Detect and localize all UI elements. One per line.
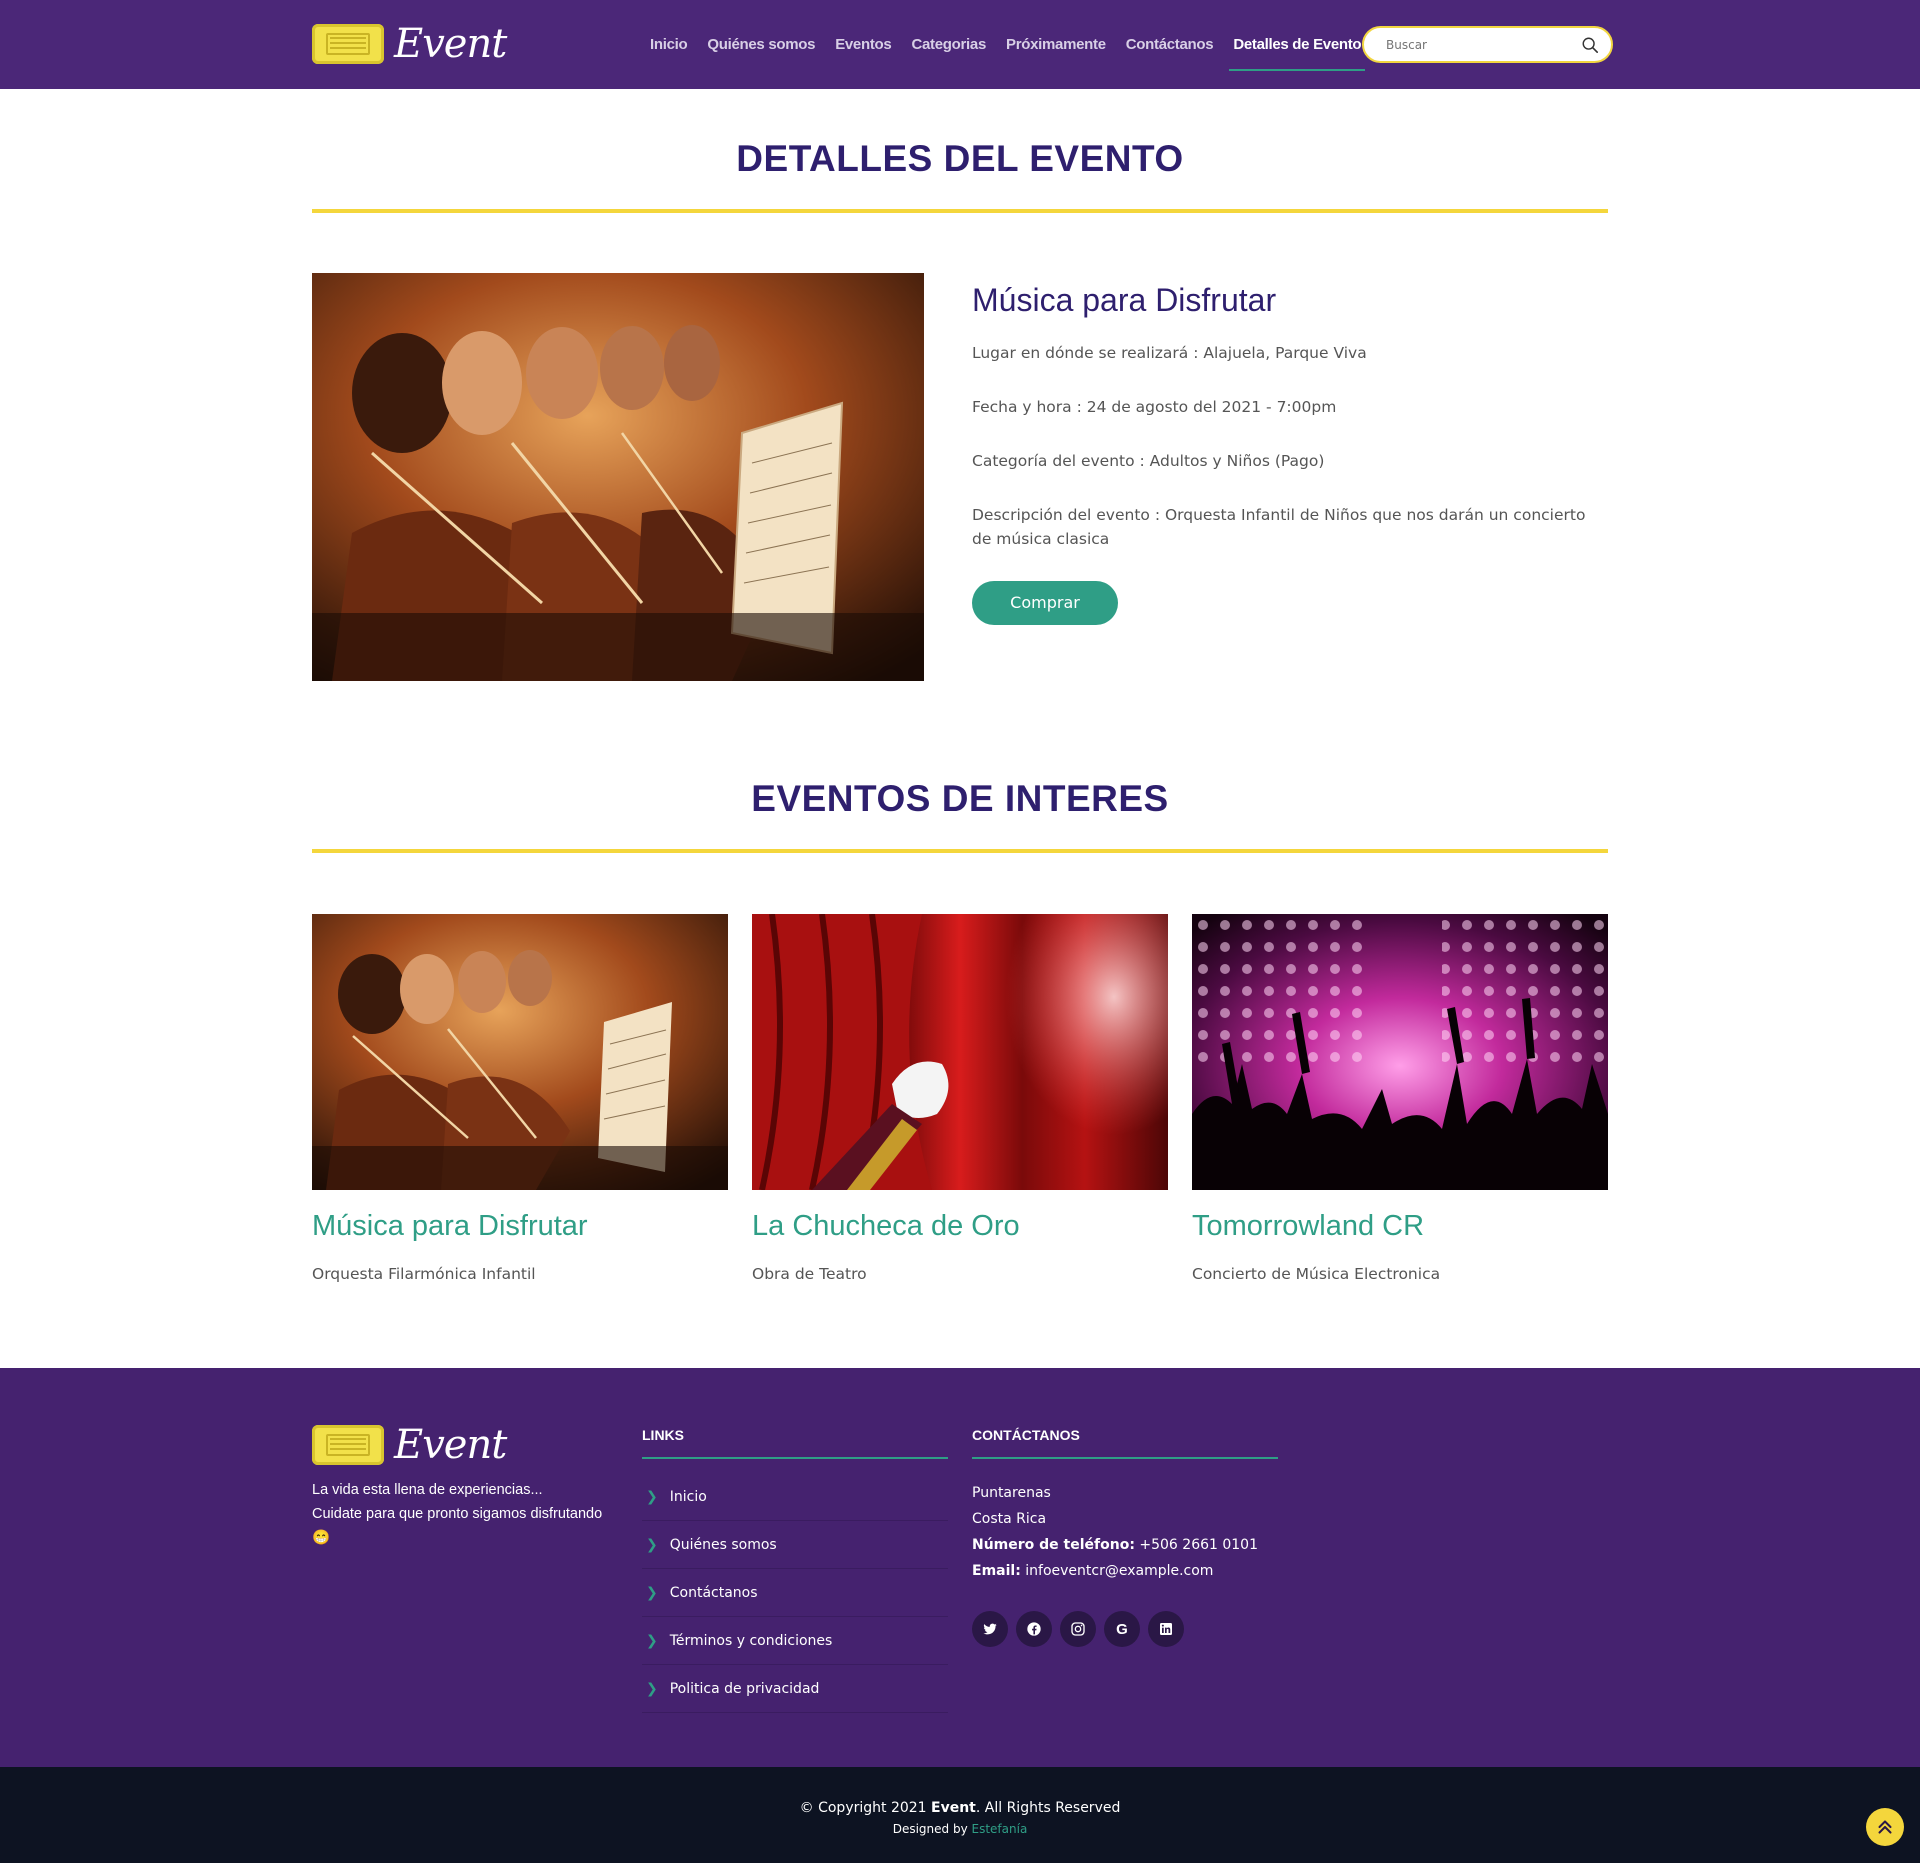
designed-by: Designed by Estefanía [0,1822,1920,1836]
twitter-icon[interactable] [972,1611,1008,1647]
footer-link-terminos[interactable]: ❯ Términos y condiciones [642,1617,948,1665]
search-icon[interactable] [1581,36,1599,54]
chevron-right-icon: ❯ [646,1584,658,1601]
event-image [312,273,924,681]
google-icon[interactable]: G [1104,1611,1140,1647]
facebook-icon[interactable] [1016,1611,1052,1647]
footer-link-label: Términos y condiciones [669,1632,833,1649]
event-place: Lugar en dónde se realizará : Alajuela, … [972,344,1367,362]
event-card[interactable]: Tomorrowland CR Concierto de Música Elec… [1192,914,1608,1283]
event-details: Música para Disfrutar Lugar en dónde se … [972,282,1608,625]
tagline-line-1: La vida esta llena de experiencias... [312,1482,543,1498]
chevron-right-icon: ❯ [646,1632,658,1649]
links-heading-divider [642,1457,948,1459]
card-title[interactable]: Tomorrowland CR [1192,1210,1608,1243]
orchestra-photo [312,914,728,1190]
social-links: G [972,1611,1192,1647]
details-section-title: DETALLES DEL EVENTO [736,138,1184,179]
footer-tagline: La vida esta llena de experiencias... Cu… [312,1478,612,1550]
card-subtitle: Orquesta Filarmónica Infantil [312,1265,536,1283]
event-description: Descripción del evento : Orquesta Infant… [972,506,1586,548]
site-footer: Event La vida esta llena de experiencias… [0,1368,1920,1767]
nav-item-quienes-somos[interactable]: Quiénes somos [707,28,815,61]
chevron-right-icon: ❯ [646,1488,658,1505]
theater-curtain-photo [752,914,1168,1190]
footer-link-label: Quiénes somos [669,1536,777,1553]
double-chevron-up-icon [1878,1820,1892,1834]
copyright-brand: Event [931,1800,976,1816]
designer-link[interactable]: Estefanía [972,1822,1028,1836]
card-image[interactable] [752,914,1168,1190]
site-header: Event Inicio Quiénes somos Eventos Categ… [0,0,1920,89]
card-subtitle: Obra de Teatro [752,1265,867,1283]
contact-phone: Número de teléfono: +506 2661 0101 [972,1532,1258,1558]
event-category: Categoría del evento : Adultos y Niños (… [972,452,1325,470]
email-label: Email: [972,1563,1021,1579]
details-title-divider [312,209,1608,213]
nav-item-proximamente[interactable]: Próximamente [1006,28,1106,61]
contact-info: Puntarenas Costa Rica Número de teléfono… [972,1480,1258,1584]
footer-link-privacidad[interactable]: ❯ Politica de privacidad [642,1665,948,1713]
card-title[interactable]: La Chucheca de Oro [752,1210,1168,1243]
brand-logo[interactable]: Event [312,21,507,67]
footer-link-label: Inicio [669,1488,707,1505]
concert-crowd-photo [1192,914,1608,1190]
ticket-icon [312,1425,384,1465]
smile-emoji-icon: 😁 [312,1530,331,1546]
contact-country: Costa Rica [972,1511,1047,1527]
footer-link-label: Contáctanos [669,1584,758,1601]
copyright-bar: © Copyright 2021 Event. All Rights Reser… [0,1767,1920,1863]
card-title[interactable]: Música para Disfrutar [312,1210,728,1243]
ticket-icon [312,24,384,64]
chevron-right-icon: ❯ [646,1536,658,1553]
nav-item-inicio[interactable]: Inicio [650,28,688,61]
footer-link-contactanos[interactable]: ❯ Contáctanos [642,1569,948,1617]
search-input[interactable] [1386,37,1581,52]
footer-link-inicio[interactable]: ❯ Inicio [642,1473,948,1521]
contact-email: Email: infoeventcr@example.com [972,1558,1258,1584]
card-image[interactable] [1192,914,1608,1190]
brand-name: Event [394,21,507,67]
main-nav: Inicio Quiénes somos Eventos Categorias … [640,0,1371,89]
event-card[interactable]: La Chucheca de Oro Obra de Teatro [752,914,1168,1283]
contact-heading: CONTÁCTANOS [972,1427,1080,1443]
event-card[interactable]: Música para Disfrutar Orquesta Filarmóni… [312,914,728,1283]
event-name: Música para Disfrutar [972,282,1277,318]
phone-label: Número de teléfono: [972,1537,1135,1553]
footer-link-quienes-somos[interactable]: ❯ Quiénes somos [642,1521,948,1569]
search-box [1362,26,1613,63]
email-value[interactable]: infoeventcr@example.com [1025,1563,1213,1579]
brand-name: Event [394,1422,507,1468]
copyright-prefix: © Copyright 2021 [799,1800,927,1816]
designed-prefix: Designed by [892,1822,968,1836]
event-datetime: Fecha y hora : 24 de agosto del 2021 - 7… [972,398,1337,416]
phone-value[interactable]: +506 2661 0101 [1139,1537,1258,1553]
links-heading: LINKS [642,1427,684,1443]
buy-button[interactable]: Comprar [972,581,1118,625]
copyright-text: © Copyright 2021 Event. All Rights Reser… [0,1800,1920,1816]
nav-item-detalles-de-evento[interactable]: Detalles de Evento [1229,28,1366,71]
tagline-line-2: Cuidate para que pronto sigamos disfruta… [312,1506,603,1522]
back-to-top-button[interactable] [1866,1808,1904,1846]
contact-heading-divider [972,1457,1278,1459]
footer-link-label: Politica de privacidad [669,1680,820,1697]
card-image[interactable] [312,914,728,1190]
copyright-suffix: . All Rights Reserved [975,1800,1121,1816]
footer-links: ❯ Inicio ❯ Quiénes somos ❯ Contáctanos ❯ Tér… [642,1473,948,1713]
orchestra-photo [312,273,924,681]
nav-item-contactanos[interactable]: Contáctanos [1126,28,1214,61]
linkedin-icon[interactable] [1148,1611,1184,1647]
interest-title-divider [312,849,1608,853]
nav-item-eventos[interactable]: Eventos [835,28,892,61]
chevron-right-icon: ❯ [646,1680,658,1697]
card-subtitle: Concierto de Música Electronica [1192,1265,1441,1283]
interest-section-title: EVENTOS DE INTERES [751,778,1169,819]
nav-item-categorias[interactable]: Categorias [911,28,986,61]
footer-brand-logo[interactable]: Event [312,1422,507,1468]
instagram-icon[interactable] [1060,1611,1096,1647]
contact-city: Puntarenas [972,1485,1051,1501]
